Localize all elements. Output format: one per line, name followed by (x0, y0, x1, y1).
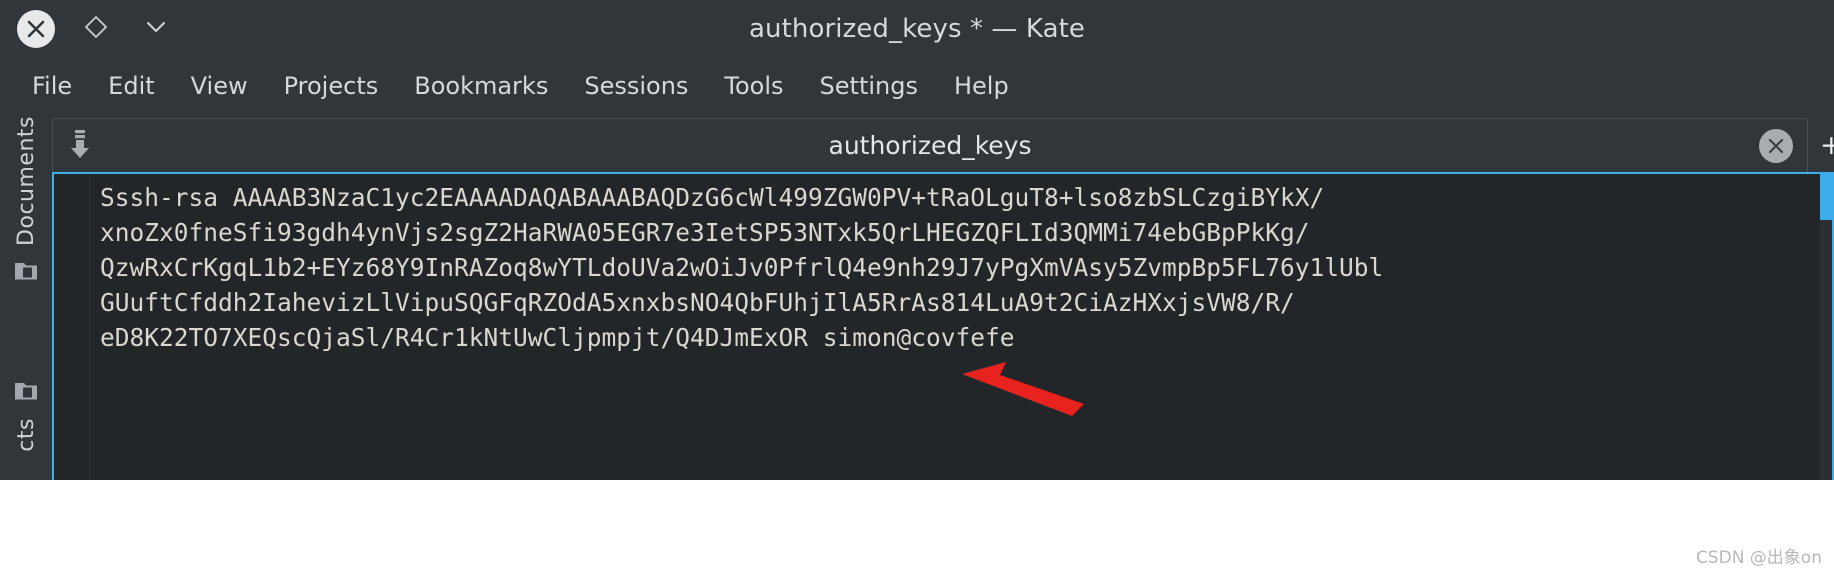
scrollbar-thumb[interactable] (1820, 174, 1832, 220)
sidebar-item-documents-label: Documents (13, 116, 39, 246)
editor-line-3: QzwRxCrKgqL1b2+EYz68Y9InRAZoq8wYTLdoUVa2… (100, 253, 1384, 282)
window-body: Documents cts authorized_keys + Sssh-rsa… (0, 114, 1834, 480)
menu-item-edit[interactable]: Edit (90, 66, 172, 106)
editor-line-4: GUuftCfddh2IahevizLlVipuSQGFqRZOdA5xnxbs… (100, 288, 1295, 317)
editor-text-content[interactable]: Sssh-rsa AAAAB3NzaC1yc2EAAAADAQABAAABAQD… (90, 174, 1832, 480)
editor-gutter (54, 174, 90, 480)
sidebar-item-projects[interactable]: cts (0, 376, 52, 452)
menu-item-settings[interactable]: Settings (802, 66, 936, 106)
download-arrow-icon[interactable] (67, 127, 93, 165)
menubar: File Edit View Projects Bookmarks Sessio… (0, 58, 1834, 114)
left-sidebar: Documents cts (0, 114, 52, 480)
window-menu-button[interactable] (136, 9, 176, 49)
window-keep-above-button[interactable] (76, 9, 116, 49)
sidebar-item-documents[interactable]: Documents (0, 116, 52, 290)
menu-item-view[interactable]: View (173, 66, 266, 106)
menu-item-help[interactable]: Help (936, 66, 1027, 106)
screenshot-root: authorized_keys * — Kate File Edit View … (0, 0, 1834, 576)
editor-vertical-scrollbar[interactable] (1820, 174, 1832, 480)
documents-icon (11, 256, 41, 290)
editor-line-5: eD8K22TO7XEQscQjaSl/R4Cr1kNtUwCljpmpjt/Q… (100, 323, 1015, 352)
chevron-down-icon (141, 12, 171, 46)
tab-overflow-indicator[interactable]: +1 (1808, 118, 1834, 172)
titlebar-buttons (8, 0, 176, 58)
text-editor[interactable]: Sssh-rsa AAAAB3NzaC1yc2EAAAADAQABAAABAQD… (52, 172, 1834, 480)
editor-content-area: authorized_keys +1 Sssh-rsa AAAAB3NzaC1y… (52, 114, 1834, 480)
tab-authorized-keys-label: authorized_keys (828, 131, 1032, 160)
menu-item-file[interactable]: File (14, 66, 90, 106)
kate-window: authorized_keys * — Kate File Edit View … (0, 0, 1834, 480)
menu-item-projects[interactable]: Projects (266, 66, 397, 106)
menu-item-tools[interactable]: Tools (706, 66, 801, 106)
menu-item-sessions[interactable]: Sessions (566, 66, 706, 106)
editor-line-2: xnoZx0fneSfi93gdh4ynVjs2sgZ2HaRWA05EGR7e… (100, 218, 1310, 247)
projects-icon (11, 376, 41, 410)
close-icon (17, 10, 55, 48)
watermark: CSDN @出象on (1695, 548, 1822, 568)
document-tabbar: authorized_keys +1 (52, 114, 1834, 172)
tab-authorized-keys[interactable]: authorized_keys (52, 118, 1808, 172)
diamond-icon (82, 13, 110, 45)
window-title: authorized_keys * — Kate (748, 14, 1086, 44)
editor-line-1: Sssh-rsa AAAAB3NzaC1yc2EAAAADAQABAAABAQD… (100, 183, 1325, 212)
window-close-button[interactable] (16, 9, 56, 49)
titlebar: authorized_keys * — Kate (0, 0, 1834, 58)
sidebar-item-projects-label: cts (13, 418, 39, 452)
close-icon[interactable] (1759, 128, 1793, 163)
menu-item-bookmarks[interactable]: Bookmarks (396, 66, 566, 106)
